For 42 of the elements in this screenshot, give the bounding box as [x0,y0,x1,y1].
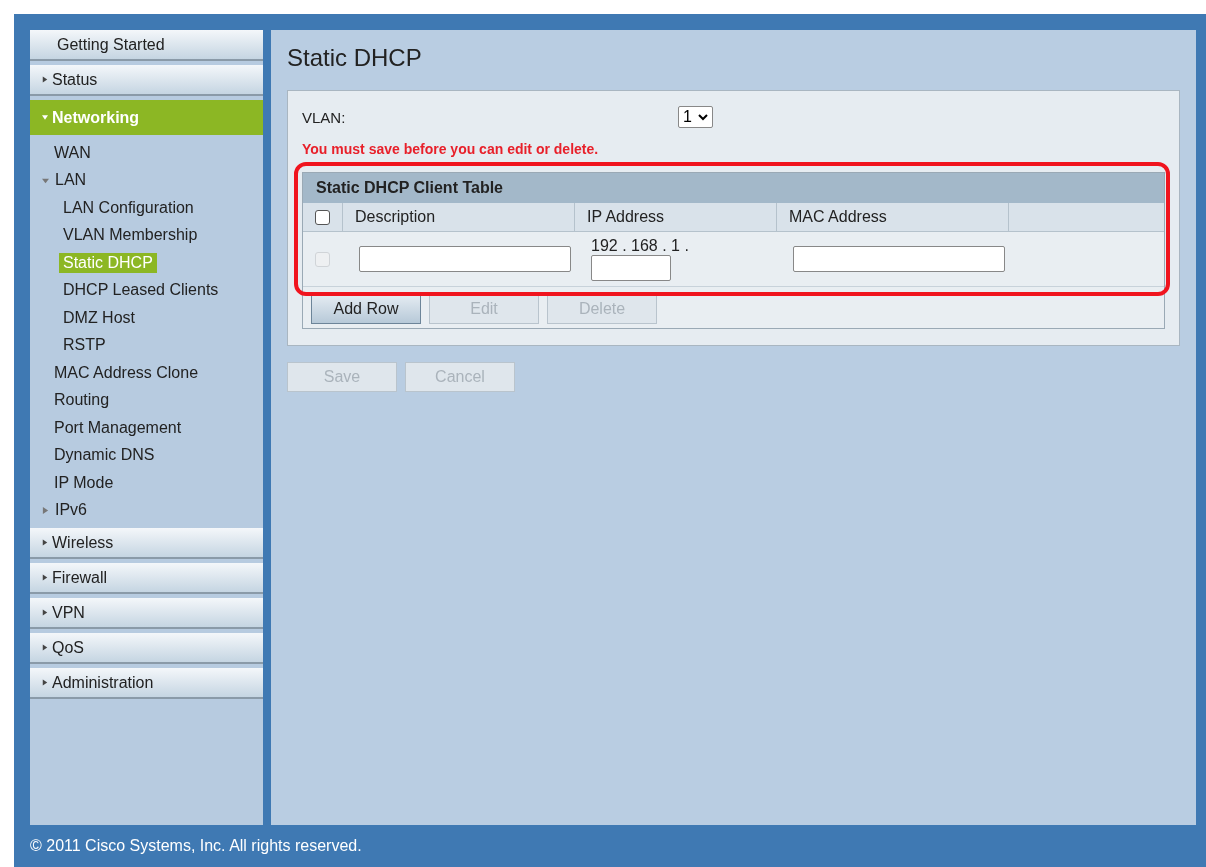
sidebar-item[interactable]: VLAN Membership [59,225,202,246]
sidebar-item[interactable]: Port Management [50,417,186,438]
select-all-checkbox[interactable] [315,209,330,225]
sidebar-section[interactable]: Firewall [30,563,263,594]
expand-arrow-icon [42,609,48,616]
sidebar-item[interactable]: RSTP [59,335,110,356]
mac-address-input[interactable] [793,246,1005,272]
sidebar-item[interactable]: Dynamic DNS [50,445,159,466]
expand-arrow-icon [42,539,48,546]
column-header: IP Address [575,203,777,231]
warning-message: You must save before you can edit or delete. [302,141,600,157]
sidebar-item[interactable]: IPv6 [51,500,91,521]
sidebar-section[interactable]: Getting Started [30,30,263,61]
chevron-down-icon [697,113,708,121]
sidebar-item[interactable]: DMZ Host [59,307,139,328]
sidebar-section[interactable]: QoS [30,633,263,664]
ip-octet-input[interactable] [591,255,671,281]
sidebar-item[interactable]: MAC Address Clone [50,362,203,383]
expand-arrow-icon [42,679,48,686]
page-title: Static DHCP [287,44,423,72]
column-header: Description [343,203,575,231]
sidebar-item[interactable]: Routing [50,390,114,411]
expand-arrow-icon [42,114,48,121]
sidebar-section[interactable]: VPN [30,598,263,629]
sidebar-item[interactable]: WAN [50,142,95,163]
table-title: Static DHCP Client Table [303,173,1164,203]
sidebar-section[interactable]: Wireless [30,528,263,559]
copyright-text: © 2011 Cisco Systems, Inc. All rights reserved. [30,836,363,856]
expand-arrow-icon [42,644,48,651]
vlan-dropdown[interactable]: 1 [678,106,713,128]
sidebar-section[interactable]: Administration [30,668,263,699]
expand-arrow-icon [42,574,48,581]
column-header: MAC Address [777,203,1009,231]
sidebar-item[interactable]: LAN Configuration [59,197,198,218]
ip-prefix: 192 . 168 . 1 . [591,237,689,255]
sidebar-item[interactable]: LAN [51,170,91,191]
vlan-label: VLAN: [302,108,347,126]
sidebar-section[interactable]: Status [30,65,263,96]
description-input[interactable] [359,246,571,272]
sidebar-item[interactable]: DHCP Leased Clients [59,280,223,301]
sidebar-item[interactable]: IP Mode [50,472,118,493]
expand-arrow-icon [42,76,48,83]
